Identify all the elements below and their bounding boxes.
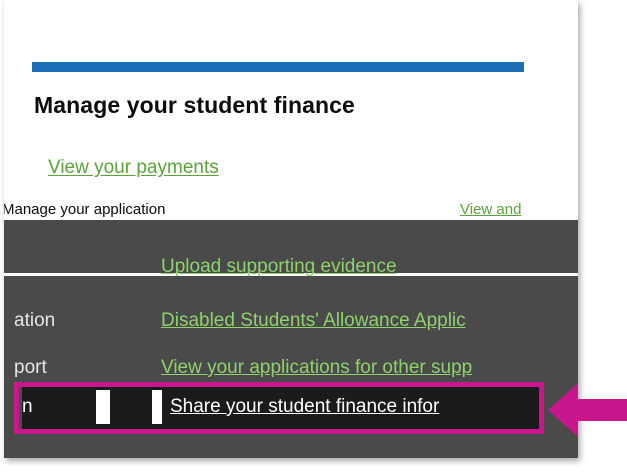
highlight-box bbox=[14, 382, 544, 434]
section-accent-bar bbox=[32, 62, 524, 72]
manage-application-text: Manage your application bbox=[4, 203, 166, 218]
screenshot-stage: Manage your student finance View your pa… bbox=[0, 0, 627, 472]
manage-application-row: Manage your application View and bbox=[4, 203, 578, 219]
arrow-left-icon bbox=[548, 383, 627, 437]
section-heading: Manage your student finance bbox=[34, 92, 355, 118]
disabled-students-allowance-link[interactable]: Disabled Students' Allowance Applic bbox=[161, 310, 466, 332]
other-applications-link[interactable]: View your applications for other supp bbox=[161, 357, 472, 379]
upload-evidence-link[interactable]: Upload supporting evidence bbox=[161, 256, 397, 278]
view-payments-link[interactable]: View your payments bbox=[48, 157, 219, 179]
view-and-link[interactable]: View and bbox=[460, 203, 521, 218]
support-fragment: port bbox=[14, 357, 47, 378]
application-fragment: ation bbox=[14, 310, 56, 331]
